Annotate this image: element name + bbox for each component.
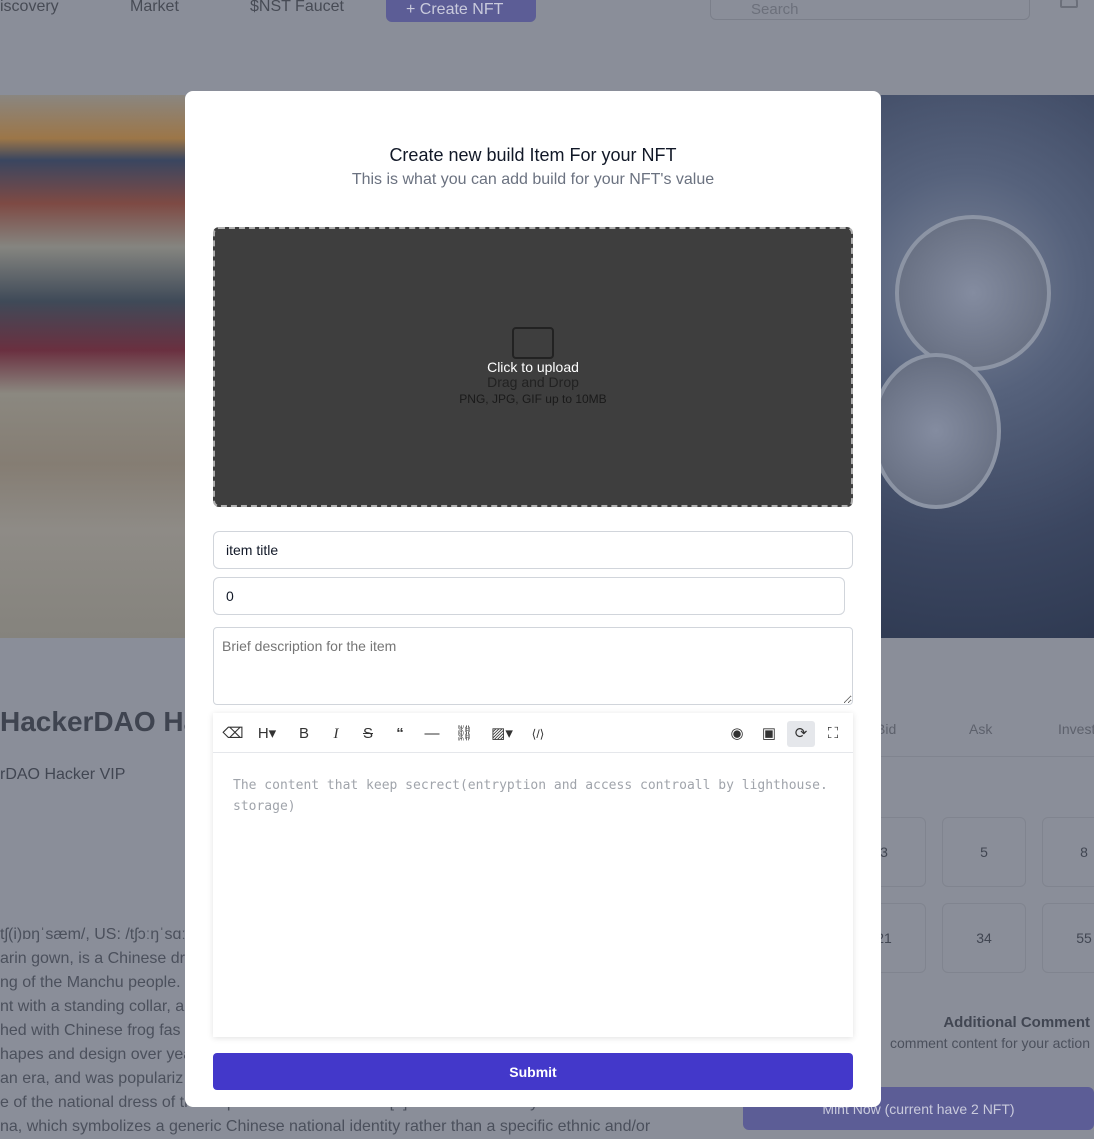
para-line: nt with a standing collar, a (0, 998, 185, 1015)
sync-scroll-icon[interactable]: ⟳ (787, 721, 815, 747)
link-icon[interactable]: ⛓ (452, 723, 476, 745)
upload-dropzone[interactable]: Click to upload Drag and Drop PNG, JPG, … (213, 227, 853, 507)
tab-invest[interactable]: Invest (1058, 721, 1094, 737)
image-icon[interactable]: ▨▾ (486, 723, 518, 745)
comment-hint: comment content for your action (890, 1035, 1090, 1051)
top-nav: iscovery Market $NST Faucet + Create NFT… (0, 0, 1094, 60)
para-line: e of the national dress of the Republic … (0, 1094, 625, 1111)
modal-title: Create new build Item For your NFT (389, 145, 677, 165)
upload-click-label: Click to upload (487, 359, 579, 375)
bitcoin-coin (871, 353, 1001, 509)
item-title-input[interactable]: item title (213, 531, 853, 569)
description-textarea[interactable] (213, 627, 853, 705)
upload-hint: PNG, JPG, GIF up to 10MB (459, 392, 607, 406)
nav-market[interactable]: Market (130, 0, 179, 16)
italic-icon[interactable]: I (324, 723, 348, 745)
submit-button[interactable]: Submit (213, 1053, 853, 1090)
editor-toolbar: ⌫ H▾ B I S “ — ⛓ ▨▾ ⟨/⟩ ◉ ▣ ⟳ ⛶ (213, 713, 853, 753)
para-line: hapes and design over yea (0, 1046, 193, 1063)
image-icon (512, 327, 554, 359)
quote-icon[interactable]: “ (388, 723, 412, 745)
divider (881, 756, 1094, 757)
nav-discovery[interactable]: iscovery (0, 0, 59, 16)
upload-drag-label: Drag and Drop (487, 374, 579, 390)
amount-input[interactable]: 0 (213, 577, 845, 615)
amount-option[interactable]: 34 (942, 903, 1026, 973)
nft-description: tʃ(i)ɒŋˈsæm/, US: /tʃɔːŋˈsɑː arin gown, … (0, 923, 651, 1139)
preview-icon[interactable]: ◉ (725, 723, 749, 745)
amount-option[interactable]: 8 (1042, 817, 1094, 887)
tab-ask[interactable]: Ask (969, 721, 992, 737)
para-line: na, which symbolizes a generic Chinese n… (0, 1118, 651, 1135)
nft-subtitle: rDAO Hacker VIP (0, 766, 126, 783)
bold-icon[interactable]: B (292, 723, 316, 745)
para-line: tʃ(i)ɒŋˈsæm/, US: /tʃɔːŋˈsɑː (0, 926, 186, 943)
nft-title: HackerDAO Ha (0, 706, 200, 737)
editor-placeholder[interactable]: The content that keep secrect(entryption… (213, 753, 853, 839)
create-build-item-modal: Create new build Item For your NFT This … (185, 91, 881, 1107)
horizontal-rule-icon[interactable]: — (420, 723, 444, 745)
para-line: hed with Chinese frog fas (0, 1022, 181, 1039)
bell-icon[interactable] (1060, 0, 1078, 8)
additional-comment-label: Additional Comment (943, 1014, 1090, 1031)
eraser-icon[interactable]: ⌫ (221, 723, 245, 745)
strikethrough-icon[interactable]: S (356, 723, 380, 745)
create-nft-button[interactable]: + Create NFT (386, 0, 536, 22)
amount-option[interactable]: 5 (942, 817, 1026, 887)
nft-image-books (0, 95, 185, 638)
fullscreen-icon[interactable]: ⛶ (821, 723, 845, 745)
nft-image-coins (871, 95, 1094, 638)
markdown-editor: ⌫ H▾ B I S “ — ⛓ ▨▾ ⟨/⟩ ◉ ▣ ⟳ ⛶ The cont… (213, 713, 853, 1037)
para-line: arin gown, is a Chinese dr (0, 950, 185, 967)
para-line: an era, and was populariz (0, 1070, 184, 1087)
code-icon[interactable]: ⟨/⟩ (526, 723, 550, 745)
ethereum-coin (895, 215, 1051, 371)
search-input[interactable]: Search (710, 0, 1030, 20)
layout-icon[interactable]: ▣ (757, 723, 781, 745)
amount-option[interactable]: 55 (1042, 903, 1094, 973)
modal-subtitle: This is what you can add build for your … (351, 171, 715, 188)
heading-icon[interactable]: H▾ (255, 723, 279, 745)
para-line: ng of the Manchu people. (0, 974, 181, 991)
nav-faucet[interactable]: $NST Faucet (250, 0, 344, 16)
